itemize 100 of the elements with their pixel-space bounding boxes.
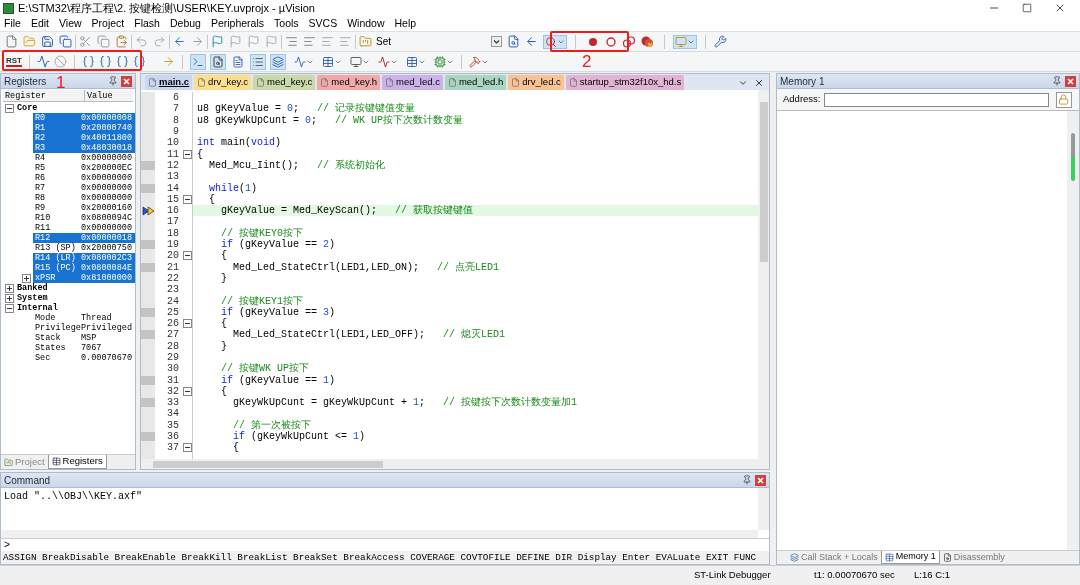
register-row[interactable]: R7 0x00000000 [33,183,135,193]
register-row[interactable]: R11 0x00000000 [33,223,135,233]
forward-icon[interactable] [191,35,204,48]
register-row[interactable]: R5 0x200000EC [33,163,135,173]
restore-icon[interactable] [1022,3,1032,13]
new-file-icon[interactable] [5,35,18,48]
set-label[interactable]: Set [376,34,391,49]
file-icon[interactable] [447,78,457,87]
chip-icon[interactable] [434,55,446,68]
close-icon[interactable] [754,77,764,88]
expand-toggle-icon[interactable] [5,103,14,113]
breakpoint-cross-icon[interactable] [640,34,654,49]
redo-icon[interactable] [153,35,166,48]
register-row[interactable]: Sec 0.00070670 [33,353,135,363]
menu-item[interactable]: Edit [30,15,49,32]
menu-item[interactable]: Tools [274,15,299,32]
register-row[interactable]: R0 0x00000008 [33,113,135,123]
table-icon[interactable] [51,457,61,466]
register-row[interactable]: R12 0x00000018 [33,233,135,243]
horizontal-scrollbar[interactable] [141,459,769,469]
register-row[interactable]: R8 0x00000000 [33,193,135,203]
register-row[interactable]: R3 0x48030018 [33,143,135,153]
vertical-scrollbar[interactable] [758,488,769,530]
pin-icon[interactable] [108,76,118,86]
menu-item[interactable]: Help [394,15,417,32]
document-icon[interactable] [232,55,244,68]
register-row[interactable]: R9 0x20000160 [33,203,135,213]
register-row[interactable]: R2 0x40011800 [33,133,135,143]
file-icon[interactable] [511,78,521,87]
stop-icon[interactable] [54,55,67,68]
menu-item[interactable]: Debug [169,15,201,32]
collapse-icon[interactable] [183,251,192,261]
save-all-icon[interactable] [59,35,72,48]
collapse-icon[interactable] [183,194,192,204]
unindent-icon[interactable] [303,35,316,48]
vertical-scrollbar[interactable] [758,90,769,459]
file-tab[interactable]: drv_led.c [508,75,564,90]
collapse-icon[interactable] [183,386,192,396]
menu-item[interactable]: Peripherals [210,15,265,32]
window-select-button[interactable] [673,34,697,49]
panel-tab[interactable]: Registers [47,455,107,469]
layers-icon[interactable] [790,553,799,562]
menu-item[interactable]: SVCS [308,15,338,32]
collapse-icon[interactable] [183,149,192,159]
file-icon[interactable] [320,78,330,87]
reset-button[interactable]: RST [6,56,22,67]
menu-item[interactable]: Project [91,15,125,32]
dropdown-button[interactable] [491,36,502,47]
panel-tab[interactable]: Disassembly [939,551,1008,564]
document-search-icon[interactable] [942,553,952,562]
arrow-icon[interactable] [525,35,538,48]
indent-icon[interactable] [285,35,298,48]
expand-toggle-icon[interactable] [5,283,14,293]
circle-icon[interactable] [604,34,618,49]
register-row[interactable]: R6 0x00000000 [33,173,135,183]
file-icon[interactable] [256,78,266,87]
expand-toggle-icon[interactable] [22,273,31,283]
register-row[interactable]: R10 0x0800094C [33,213,135,223]
back-icon[interactable] [173,35,186,48]
wrench-icon[interactable] [714,35,727,48]
search-icon[interactable] [545,35,557,48]
pin-icon[interactable] [742,475,752,485]
open-folder-icon[interactable] [23,35,36,48]
file-tab[interactable]: med_led.h [444,75,507,90]
copy-icon[interactable] [97,35,110,48]
register-row[interactable]: R1 0x20000740 [33,123,135,133]
run-to-cursor-icon[interactable] [133,55,146,68]
wave-icon[interactable] [294,55,306,68]
register-row[interactable]: Mode Thread [33,313,135,323]
debug-search-button[interactable] [543,34,567,49]
double-circle-icon[interactable] [622,34,636,49]
column-header[interactable]: Value [85,90,113,101]
file-icon[interactable] [568,78,578,87]
hammer-icon[interactable] [469,55,481,68]
register-row[interactable]: R14 (LR) 0x080002C3 [33,253,135,263]
run-icon[interactable] [37,55,50,68]
expand-toggle-icon[interactable] [5,293,14,303]
menu-item[interactable]: File [4,15,21,32]
file-tab[interactable]: med_key.h [317,75,381,90]
comment-icon[interactable] [321,35,334,48]
register-row[interactable]: R4 0x00000000 [33,153,135,163]
flag-icon[interactable] [211,35,224,48]
document-icon[interactable] [507,35,520,48]
save-icon[interactable] [41,35,54,48]
file-tab[interactable]: med_key.c [253,75,316,90]
pin-icon[interactable] [1052,76,1062,86]
file-icon[interactable] [385,78,395,87]
expand-toggle-icon[interactable] [5,303,14,313]
menu-item[interactable]: Window [347,15,385,32]
command-input[interactable]: > [1,538,769,551]
address-field[interactable] [823,92,1049,107]
register-row[interactable]: R15 (PC) 0x0800084E [33,263,135,273]
close-button[interactable] [1065,75,1076,87]
menu-item[interactable]: View [59,15,82,32]
register-row[interactable]: xPSR 0x81000000 [33,273,135,283]
uncomment-icon[interactable] [339,35,352,48]
close-button[interactable] [755,474,766,486]
close-button[interactable] [121,75,132,87]
menu-item[interactable]: Flash [134,15,160,32]
folder-icon[interactable] [359,35,372,48]
